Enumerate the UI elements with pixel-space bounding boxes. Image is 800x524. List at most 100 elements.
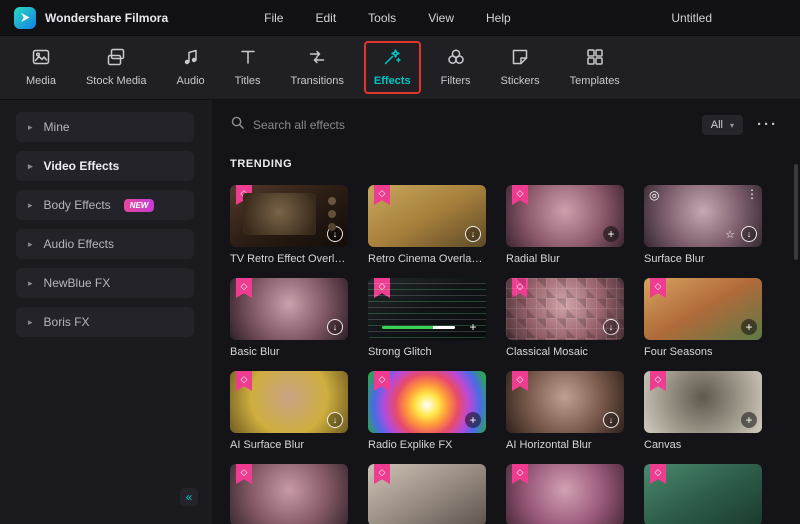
more-options-button[interactable]: ··· <box>757 120 778 130</box>
tab-templates[interactable]: Templates <box>560 41 630 94</box>
effect-card[interactable]: ◇ + Radial Blur <box>506 185 624 265</box>
download-icon[interactable]: ↓ <box>741 226 757 242</box>
add-plus-icon[interactable]: + <box>465 319 481 335</box>
sidebar-item-newblue-fx[interactable]: ▸ NewBlue FX <box>16 268 194 298</box>
filters-icon <box>446 47 466 72</box>
effect-card[interactable]: ◇ <box>644 464 762 524</box>
audio-icon <box>181 47 201 72</box>
effect-thumbnail[interactable]: ◇ ↓ <box>230 371 348 433</box>
effect-card[interactable]: ◇ ↓ Classical Mosaic <box>506 278 624 358</box>
sidebar-item-mine[interactable]: ▸ Mine <box>16 112 194 142</box>
effect-card[interactable]: ◇ <box>230 464 348 524</box>
effects-grid: ◇ ↓ TV Retro Effect Overla... ◇ ↓ Retro … <box>230 185 778 524</box>
sidebar-collapse-button[interactable]: « <box>180 488 198 506</box>
effect-label: AI Surface Blur <box>230 439 348 451</box>
add-plus-icon[interactable]: + <box>465 412 481 428</box>
premium-diamond-badge: ◇ <box>374 185 390 205</box>
menu-view[interactable]: View <box>428 11 454 25</box>
chevron-right-icon: ▸ <box>28 317 33 328</box>
toolbar: Media Stock Media Audio Titles Transitio… <box>0 36 800 100</box>
media-icon <box>31 47 51 72</box>
tab-label: Stickers <box>501 75 540 87</box>
add-plus-icon[interactable]: + <box>741 319 757 335</box>
filter-dropdown[interactable]: All ▾ <box>702 115 743 135</box>
effect-label: Four Seasons <box>644 346 762 358</box>
more-dots-icon[interactable]: ⋮ <box>746 187 758 201</box>
tab-label: Transitions <box>291 75 344 87</box>
stickers-icon <box>510 47 530 72</box>
effect-card[interactable]: ◇ ↓ TV Retro Effect Overla... <box>230 185 348 265</box>
effect-label: Surface Blur <box>644 253 762 265</box>
tab-audio[interactable]: Audio <box>167 41 215 94</box>
effect-card[interactable]: ◇ ↓ Basic Blur <box>230 278 348 358</box>
effect-thumbnail[interactable]: ◇ + <box>506 185 624 247</box>
menu-help[interactable]: Help <box>486 11 511 25</box>
effect-card[interactable]: ◇ ↓ AI Surface Blur <box>230 371 348 451</box>
effect-label: Canvas <box>644 439 762 451</box>
download-icon[interactable]: ↓ <box>603 412 619 428</box>
sidebar-item-audio-effects[interactable]: ▸ Audio Effects <box>16 229 194 259</box>
scrollbar[interactable] <box>794 164 798 260</box>
effect-thumbnail[interactable]: ◎ ⋮ ☆ ↓ <box>644 185 762 247</box>
menu-tools[interactable]: Tools <box>368 11 396 25</box>
premium-diamond-badge: ◇ <box>374 278 390 298</box>
tab-stock-media[interactable]: Stock Media <box>76 41 157 94</box>
chevron-right-icon: ▸ <box>28 239 33 250</box>
effect-thumbnail[interactable]: ◇ <box>230 464 348 524</box>
add-plus-icon[interactable]: + <box>603 226 619 242</box>
menu-file[interactable]: File <box>264 11 283 25</box>
add-plus-icon[interactable]: + <box>741 412 757 428</box>
tab-media[interactable]: Media <box>16 41 66 94</box>
effect-thumbnail[interactable]: ◇ <box>644 464 762 524</box>
effect-thumbnail[interactable]: ◇ <box>368 464 486 524</box>
effect-thumbnail[interactable]: ◇ ↓ <box>230 278 348 340</box>
effect-thumbnail[interactable]: ◇ + <box>368 278 486 340</box>
favorite-star-icon[interactable]: ☆ <box>725 228 735 241</box>
tab-stickers[interactable]: Stickers <box>491 41 550 94</box>
effect-card[interactable]: ◇ <box>506 464 624 524</box>
effects-sidebar: ▸ Mine ▸ Video Effects ▸ Body Effects NE… <box>0 100 212 524</box>
preview-lens-icon[interactable]: ◎ <box>649 188 659 202</box>
effect-card[interactable]: ◎ ⋮ ☆ ↓ Surface Blur <box>644 185 762 265</box>
sidebar-item-label: Boris FX <box>44 315 90 329</box>
effect-card[interactable]: ◇ ↓ Retro Cinema Overlay ... <box>368 185 486 265</box>
tab-transitions[interactable]: Transitions <box>281 41 354 94</box>
tab-label: Audio <box>177 75 205 87</box>
effect-thumbnail[interactable]: ◇ ↓ <box>506 278 624 340</box>
download-icon[interactable]: ↓ <box>327 319 343 335</box>
menu-edit[interactable]: Edit <box>315 11 336 25</box>
effect-card[interactable]: ◇ + Canvas <box>644 371 762 451</box>
download-icon[interactable]: ↓ <box>603 319 619 335</box>
effect-card[interactable]: ◇ <box>368 464 486 524</box>
effect-thumbnail[interactable]: ◇ <box>506 464 624 524</box>
effect-thumbnail[interactable]: ◇ ↓ <box>230 185 348 247</box>
tab-label: Media <box>26 75 56 87</box>
effect-thumbnail[interactable]: ◇ + <box>368 371 486 433</box>
download-icon[interactable]: ↓ <box>465 226 481 242</box>
effect-thumbnail[interactable]: ◇ ↓ <box>368 185 486 247</box>
sidebar-item-video-effects[interactable]: ▸ Video Effects <box>16 151 194 181</box>
tab-effects[interactable]: Effects <box>364 41 421 94</box>
tab-filters[interactable]: Filters <box>431 41 481 94</box>
tab-titles[interactable]: Titles <box>225 41 271 94</box>
sidebar-item-boris-fx[interactable]: ▸ Boris FX <box>16 307 194 337</box>
chevron-down-icon: ▾ <box>730 121 734 130</box>
download-icon[interactable]: ↓ <box>327 412 343 428</box>
effect-card[interactable]: ◇ ↓ AI Horizontal Blur <box>506 371 624 451</box>
chevron-right-icon: ▸ <box>28 122 33 133</box>
filter-value: All <box>711 119 723 131</box>
premium-diamond-badge: ◇ <box>236 185 252 205</box>
premium-diamond-badge: ◇ <box>512 464 528 484</box>
search-input[interactable]: Search all effects <box>230 115 702 135</box>
title-bar: Wondershare Filmora File Edit Tools View… <box>0 0 800 36</box>
sidebar-item-body-effects[interactable]: ▸ Body Effects NEW <box>16 190 194 220</box>
effect-card[interactable]: ◇ + Radio Explike FX <box>368 371 486 451</box>
effect-card[interactable]: ◇ + Four Seasons <box>644 278 762 358</box>
effect-thumbnail[interactable]: ◇ ↓ <box>506 371 624 433</box>
download-icon[interactable]: ↓ <box>327 226 343 242</box>
tab-label: Effects <box>374 75 411 87</box>
effect-card[interactable]: ◇ + Strong Glitch <box>368 278 486 358</box>
effect-thumbnail[interactable]: ◇ + <box>644 371 762 433</box>
effect-thumbnail[interactable]: ◇ + <box>644 278 762 340</box>
sidebar-item-label: Audio Effects <box>44 237 115 251</box>
